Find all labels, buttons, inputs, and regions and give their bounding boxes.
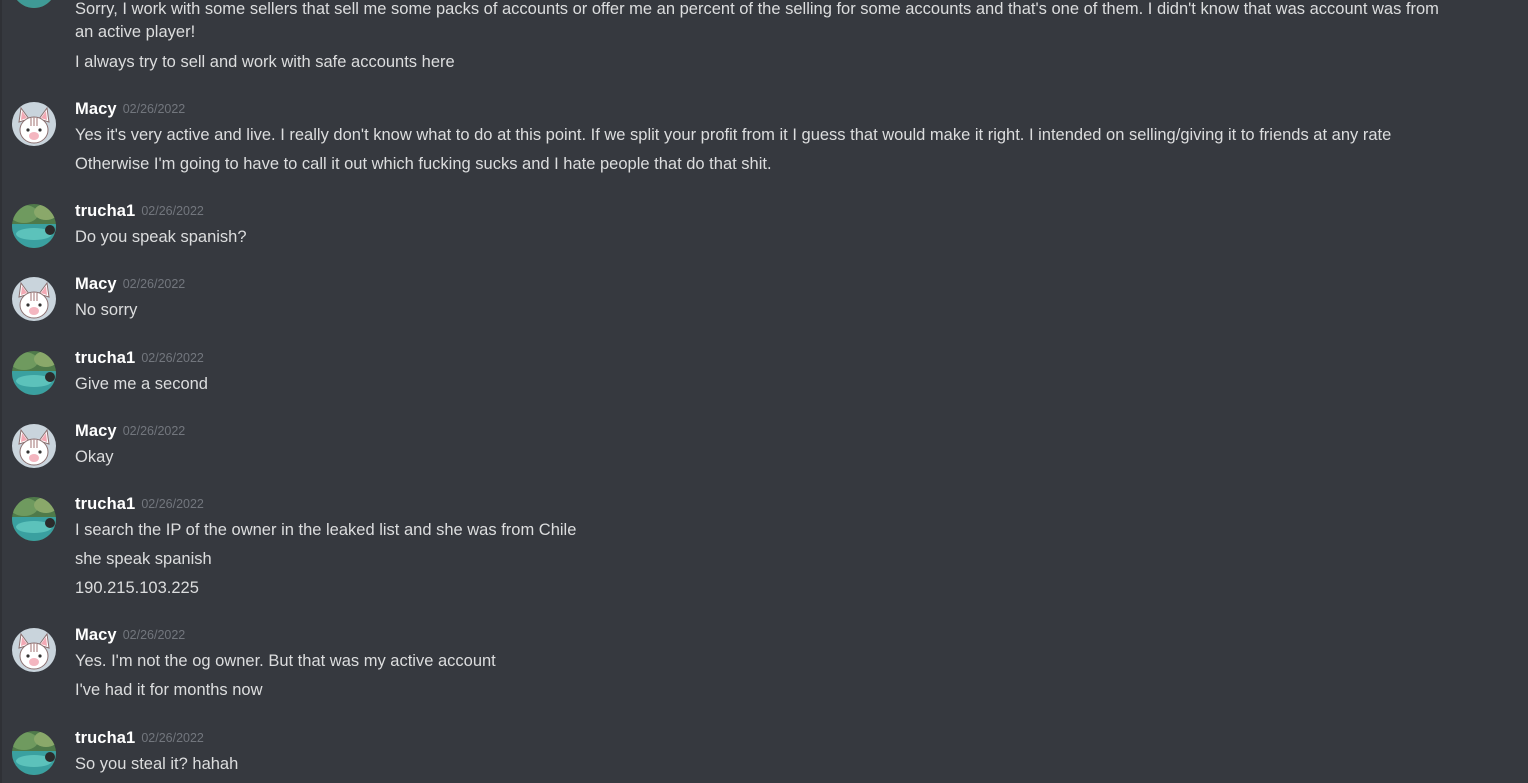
avatar-trucha1[interactable] — [12, 0, 56, 8]
message-line: I always try to sell and work with safe … — [75, 53, 455, 71]
timestamp: 02/26/2022 — [141, 731, 204, 745]
avatar-trucha1[interactable] — [12, 351, 56, 395]
message-header: Macy 02/26/2022 — [75, 275, 185, 297]
timestamp: 02/26/2022 — [141, 497, 204, 511]
message-line: an active player! — [75, 23, 196, 41]
message-line: Yes it's very active and live. I really … — [75, 126, 1392, 144]
message-header: trucha1 02/26/2022 — [75, 729, 204, 751]
avatar-trucha1[interactable] — [12, 204, 56, 248]
author-name[interactable]: Macy — [75, 275, 117, 293]
timestamp: 02/26/2022 — [122, 424, 186, 438]
timestamp: 02/26/2022 — [141, 204, 204, 218]
message-line: Okay — [75, 448, 114, 466]
message-line: I search the IP of the owner in the leak… — [75, 521, 577, 539]
message-header: Macy 02/26/2022 — [75, 422, 185, 444]
nature-avatar-icon — [12, 497, 56, 541]
nature-avatar-icon — [12, 731, 56, 775]
avatar-trucha1[interactable] — [12, 731, 56, 775]
timestamp: 02/26/2022 — [122, 628, 186, 642]
avatar-macy[interactable] — [12, 102, 56, 146]
author-name[interactable]: trucha1 — [75, 349, 135, 367]
message-line: Do you speak spanish? — [75, 228, 247, 246]
nature-avatar-icon — [12, 351, 56, 395]
message-header: trucha1 02/26/2022 — [75, 495, 204, 517]
author-name[interactable]: trucha1 — [75, 729, 135, 747]
message-line: 190.215.103.225 — [75, 579, 199, 597]
author-name[interactable]: Macy — [75, 100, 117, 118]
message-header: Macy 02/26/2022 — [75, 100, 185, 122]
author-name[interactable]: Macy — [75, 422, 117, 440]
message-header: trucha1 02/26/2022 — [75, 202, 204, 224]
avatar-macy[interactable] — [12, 277, 56, 321]
author-name[interactable]: trucha1 — [75, 202, 135, 220]
message-line: No sorry — [75, 301, 138, 319]
message-line: Otherwise I'm going to have to call it o… — [75, 155, 772, 173]
cat-avatar-icon — [12, 277, 56, 321]
message-header: Macy 02/26/2022 — [75, 626, 185, 648]
cat-avatar-icon — [12, 424, 56, 468]
left-divider — [0, 0, 2, 783]
timestamp: 02/26/2022 — [122, 102, 186, 116]
avatar-macy[interactable] — [12, 424, 56, 468]
message-line: Sorry, I work with some sellers that sel… — [75, 0, 1439, 18]
avatar-trucha1[interactable] — [12, 497, 56, 541]
timestamp: 02/26/2022 — [122, 277, 186, 291]
chat-message-list: Sorry, I work with some sellers that sel… — [0, 0, 1528, 783]
message-header: trucha1 02/26/2022 — [75, 349, 204, 371]
message-line: So you steal it? hahah — [75, 755, 239, 773]
cat-avatar-icon — [12, 628, 56, 672]
cat-avatar-icon — [12, 102, 56, 146]
avatar-macy[interactable] — [12, 628, 56, 672]
message-line: I've had it for months now — [75, 681, 263, 699]
message-line: she speak spanish — [75, 550, 212, 568]
message-line: Yes. I'm not the og owner. But that was … — [75, 652, 496, 670]
author-name[interactable]: Macy — [75, 626, 117, 644]
nature-avatar-icon — [12, 204, 56, 248]
message-line: Give me a second — [75, 375, 208, 393]
author-name[interactable]: trucha1 — [75, 495, 135, 513]
timestamp: 02/26/2022 — [141, 351, 204, 365]
nature-avatar-icon — [12, 0, 56, 8]
